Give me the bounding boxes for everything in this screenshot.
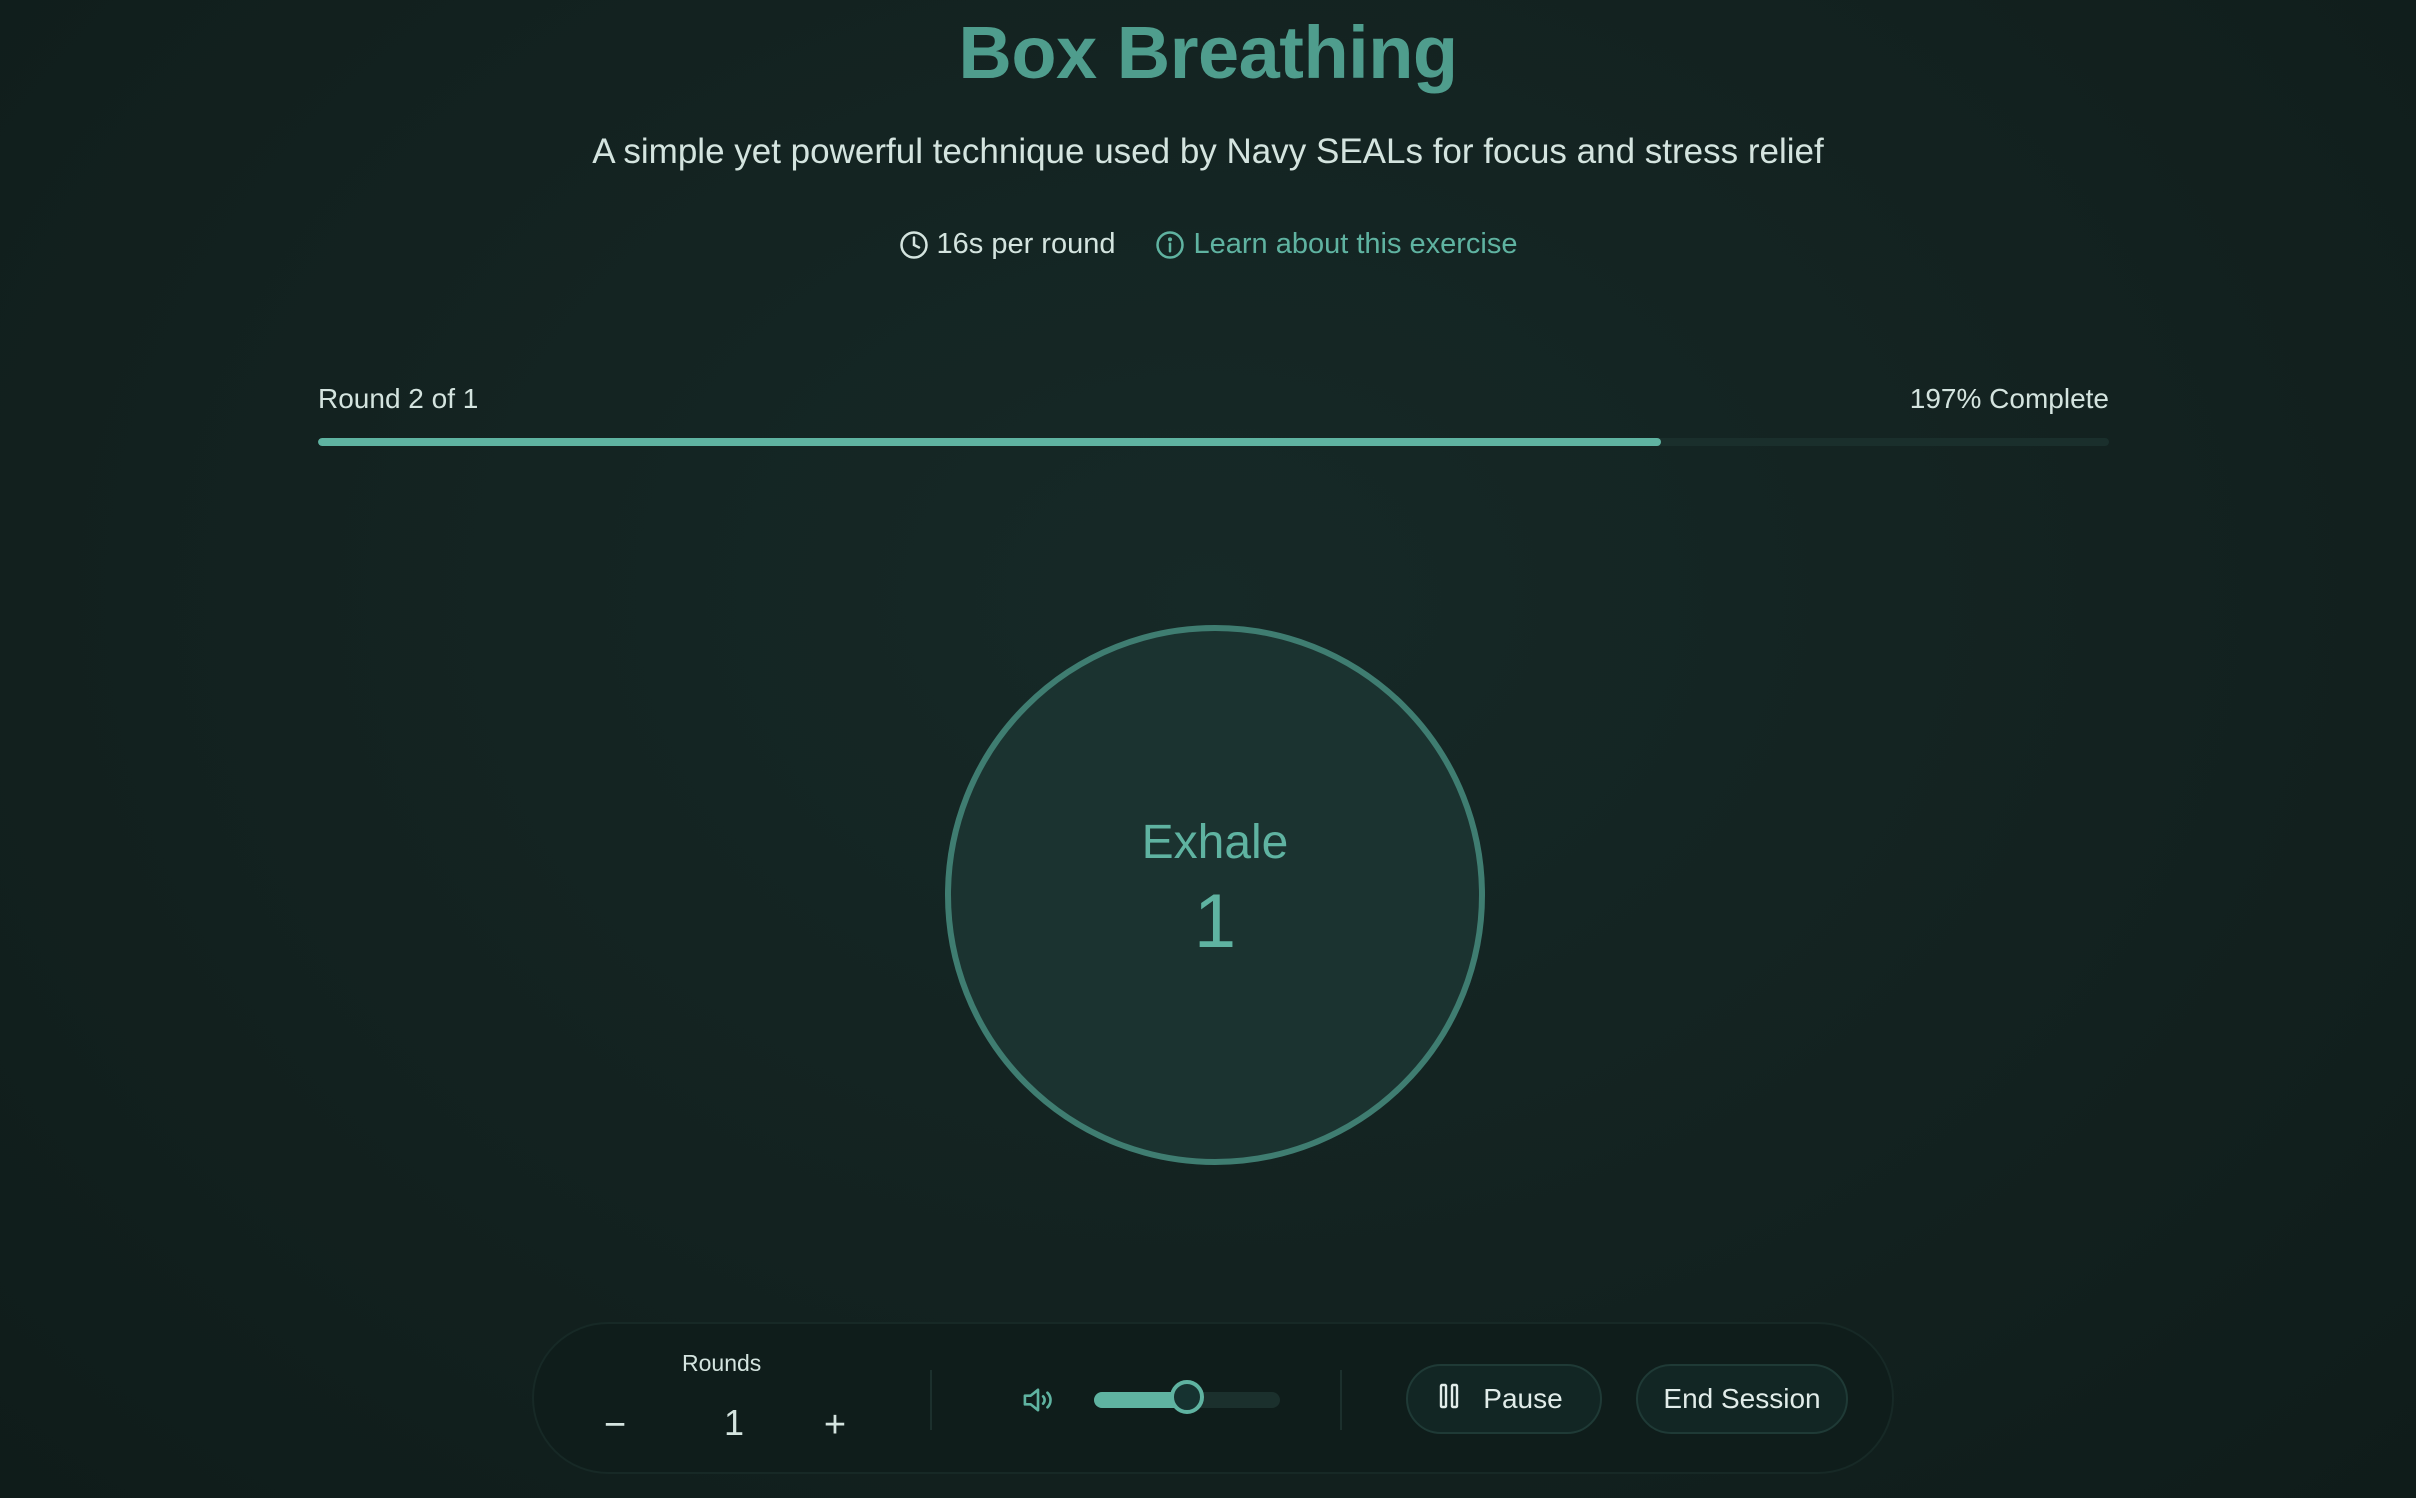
completion-indicator: 197% Complete (1909, 383, 2109, 414)
pause-button[interactable]: Pause (1406, 1364, 1602, 1434)
page-subtitle: A simple yet powerful technique used by … (592, 132, 1824, 171)
progress-labels: Round 2 of 1 197% Complete (318, 383, 2109, 415)
control-bar: Rounds − 1 + Pause End Session (532, 1322, 1894, 1474)
divider (1340, 1370, 1342, 1430)
round-indicator: Round 2 of 1 (318, 383, 479, 414)
pause-label: Pause (1483, 1383, 1563, 1414)
rounds-label: Rounds (682, 1350, 762, 1376)
info-icon (1155, 230, 1185, 260)
pause-icon (1439, 1383, 1461, 1416)
increase-rounds-button[interactable]: + (810, 1400, 860, 1450)
volume-slider[interactable] (1094, 1380, 1280, 1414)
breathing-circle: Exhale 1 (945, 625, 1485, 1165)
duration-label: 16s per round (936, 228, 1116, 260)
breath-phase: Exhale (1141, 816, 1289, 869)
divider (930, 1370, 932, 1430)
learn-about-label: Learn about this exercise (1193, 228, 1518, 260)
learn-about-link[interactable]: Learn about this exercise (1155, 228, 1518, 261)
volume-slider-thumb[interactable] (1170, 1380, 1204, 1414)
exercise-meta: 16s per round Learn about this exercise (0, 228, 2416, 261)
duration-info: 16s per round (899, 228, 1116, 261)
rounds-value: 1 (723, 1402, 745, 1443)
end-session-button[interactable]: End Session (1636, 1364, 1848, 1434)
clock-icon (899, 230, 929, 260)
progress-bar (318, 438, 2109, 446)
decrease-rounds-button[interactable]: − (590, 1400, 640, 1450)
progress-bar-fill (318, 438, 1662, 446)
page-title: Box Breathing (958, 11, 1458, 94)
breath-count: 1 (1193, 879, 1237, 964)
speaker-icon[interactable] (1020, 1384, 1056, 1416)
